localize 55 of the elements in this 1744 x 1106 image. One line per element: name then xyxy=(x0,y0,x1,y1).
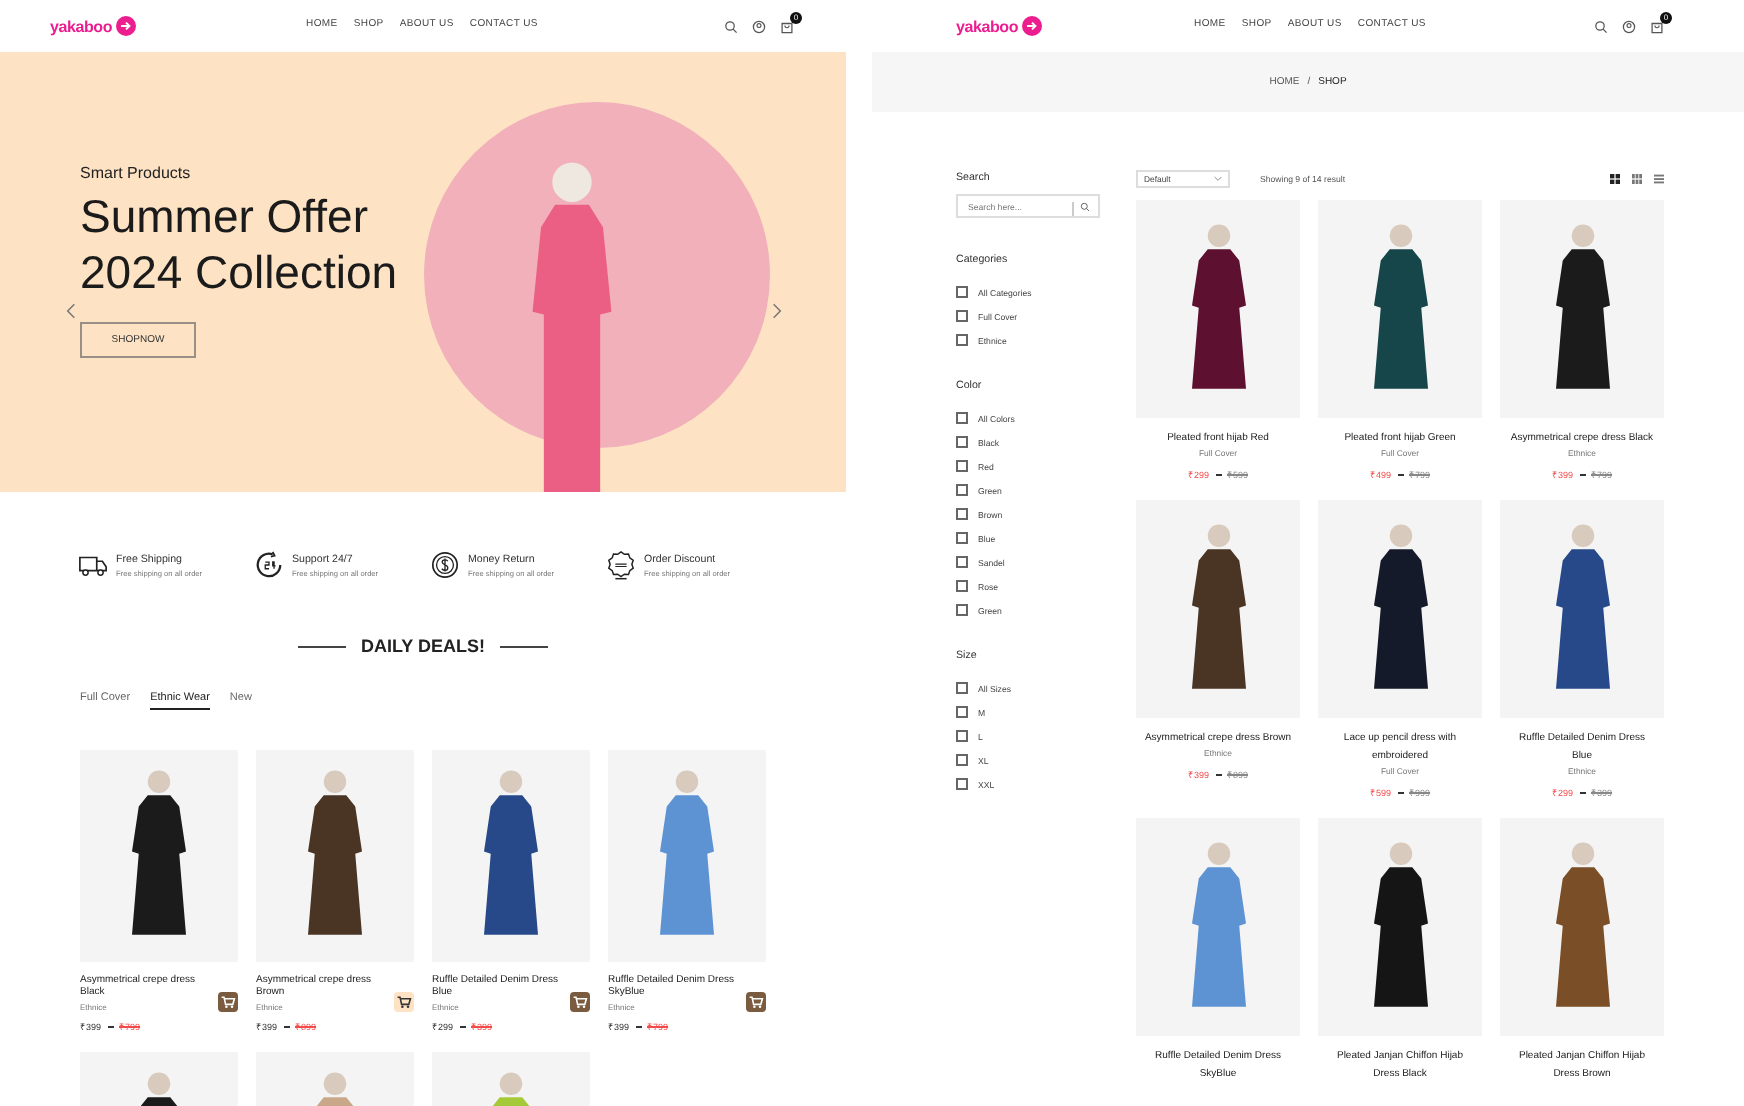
product-photo[interactable] xyxy=(1500,818,1664,1036)
user-icon[interactable] xyxy=(1622,19,1636,33)
checkbox[interactable] xyxy=(956,460,968,472)
checkbox[interactable] xyxy=(956,730,968,742)
product-photo[interactable] xyxy=(1318,200,1482,418)
checkbox[interactable] xyxy=(956,334,968,346)
user-icon[interactable] xyxy=(752,19,766,33)
chevron-left-icon[interactable] xyxy=(66,302,76,320)
checkbox[interactable] xyxy=(956,604,968,616)
compact-grid-view-icon[interactable] xyxy=(1632,173,1642,183)
search-icon[interactable] xyxy=(1594,19,1608,33)
section-title: DAILY DEALS! xyxy=(360,636,485,656)
chevron-right-icon[interactable] xyxy=(772,302,782,320)
checkbox[interactable] xyxy=(956,484,968,496)
add-to-cart-button[interactable] xyxy=(218,992,238,1012)
logo-icon xyxy=(1022,16,1043,36)
chevron-down-icon xyxy=(1214,175,1222,181)
checkbox[interactable] xyxy=(956,508,968,520)
cart-icon[interactable] xyxy=(780,19,794,33)
logo-text[interactable]: yakaboo xyxy=(956,17,1019,35)
product-photo[interactable] xyxy=(1136,500,1300,718)
clock-icon xyxy=(254,550,284,580)
product-photo[interactable] xyxy=(1318,500,1482,718)
checkbox[interactable] xyxy=(956,580,968,592)
product-photo[interactable] xyxy=(432,750,590,962)
product-photo[interactable] xyxy=(1136,200,1300,418)
add-to-cart-button[interactable] xyxy=(394,992,414,1012)
product-photo[interactable] xyxy=(256,750,414,962)
product-photo[interactable] xyxy=(80,750,238,962)
cart-icon[interactable] xyxy=(1650,19,1664,33)
hero-title: 2024 Collection xyxy=(80,244,398,300)
logo-text[interactable]: yakaboo xyxy=(50,17,113,35)
discount-badge-icon xyxy=(606,550,636,580)
dollar-coin-icon xyxy=(430,550,460,580)
add-to-cart-button[interactable] xyxy=(570,992,590,1012)
checkbox[interactable] xyxy=(956,754,968,766)
product-photo[interactable] xyxy=(1318,818,1482,1036)
hero-eyebrow: Smart Products xyxy=(80,164,191,182)
product-photo[interactable] xyxy=(1500,500,1664,718)
add-to-cart-button[interactable] xyxy=(746,992,766,1012)
checkbox[interactable] xyxy=(956,778,968,790)
checkbox[interactable] xyxy=(956,556,968,568)
checkbox[interactable] xyxy=(956,706,968,718)
checkbox[interactable] xyxy=(956,532,968,544)
hero-title: Summer Offer xyxy=(80,188,368,244)
checkbox[interactable] xyxy=(956,436,968,448)
search-icon[interactable] xyxy=(724,19,738,33)
list-view-icon[interactable] xyxy=(1654,173,1664,183)
logo-icon xyxy=(116,16,137,36)
grid-view-icon[interactable] xyxy=(1610,173,1620,183)
product-photo[interactable] xyxy=(1500,200,1664,418)
checkbox[interactable] xyxy=(956,310,968,322)
checkbox[interactable] xyxy=(956,286,968,298)
checkbox[interactable] xyxy=(956,412,968,424)
checkbox[interactable] xyxy=(956,682,968,694)
